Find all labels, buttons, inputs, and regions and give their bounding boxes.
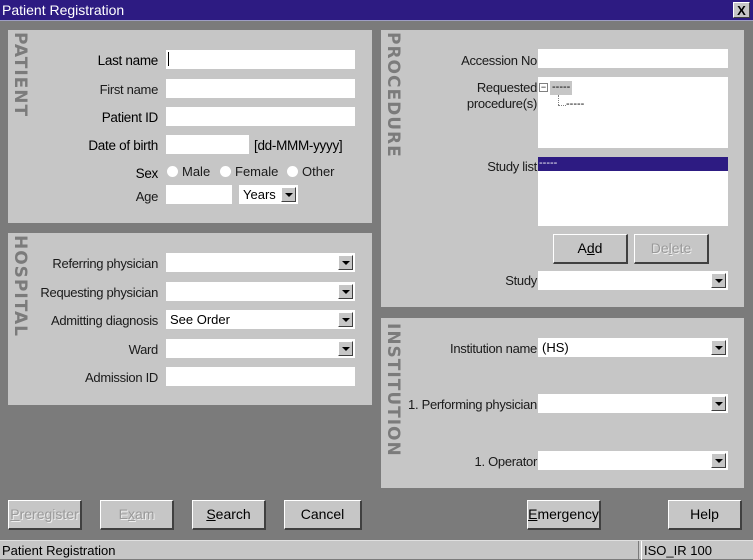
patient-id-input[interactable] xyxy=(166,107,355,126)
chevron-down-icon[interactable] xyxy=(711,340,726,355)
admitting-diagnosis-combo[interactable]: See Order xyxy=(166,310,355,329)
performing-physician-combo[interactable] xyxy=(538,394,728,413)
dob-input[interactable] xyxy=(166,135,249,154)
chevron-down-icon[interactable] xyxy=(338,341,353,356)
accession-no-input[interactable] xyxy=(538,49,728,68)
study-list[interactable]: ----- xyxy=(538,157,728,226)
accession-no-label: Accession No xyxy=(461,53,537,68)
tree-node-root[interactable]: ----- xyxy=(550,81,573,95)
radio-icon xyxy=(167,166,178,177)
tree-node-child[interactable]: ----- xyxy=(566,98,584,110)
close-button[interactable]: X xyxy=(733,2,750,18)
requesting-physician-combo[interactable] xyxy=(166,282,355,301)
referring-physician-label: Referring physician xyxy=(52,256,158,271)
cancel-button[interactable]: Cancel xyxy=(284,500,362,530)
exam-button[interactable]: Exam xyxy=(100,500,174,530)
dob-format-hint: [dd-MMM-yyyy] xyxy=(254,138,343,153)
chevron-down-icon[interactable] xyxy=(711,396,726,411)
status-text: Patient Registration xyxy=(0,541,639,560)
referring-physician-combo[interactable] xyxy=(166,253,355,272)
search-button[interactable]: Search xyxy=(192,500,266,530)
radio-icon xyxy=(287,166,298,177)
delete-button[interactable]: Delete xyxy=(634,234,709,264)
last-name-label: Last name xyxy=(97,53,159,68)
sex-label: Sex xyxy=(135,166,159,181)
last-name-input[interactable] xyxy=(166,50,355,69)
requesting-physician-label: Requesting physician xyxy=(40,285,158,300)
admission-id-label: Admission ID xyxy=(85,370,158,385)
age-unit-select[interactable]: Years xyxy=(239,185,298,204)
operator-combo[interactable] xyxy=(538,451,728,470)
add-button[interactable]: Add xyxy=(553,234,628,264)
admission-id-input[interactable] xyxy=(166,367,355,386)
charset-indicator: ISO_IR 100 xyxy=(641,541,753,560)
study-label: Study xyxy=(505,273,537,288)
patient-id-label: Patient ID xyxy=(101,110,159,125)
text-caret xyxy=(168,52,169,66)
hospital-panel: HOSPITAL Referring physician Requesting … xyxy=(8,233,372,405)
emergency-button[interactable]: Emergency xyxy=(527,500,601,530)
institution-name-combo[interactable]: (HS) xyxy=(538,338,728,357)
close-icon: X xyxy=(737,3,746,18)
requested-procedures-tree[interactable]: − ----- ----- xyxy=(538,77,728,148)
first-name-label: First name xyxy=(99,82,159,97)
institution-panel: INSTITUTION Institution name (HS) 1. Per… xyxy=(381,318,744,488)
hospital-section-label: HOSPITAL xyxy=(10,235,30,337)
age-input[interactable] xyxy=(166,185,232,204)
procedure-section-label: PROCEDURE xyxy=(383,32,403,158)
ward-combo[interactable] xyxy=(166,339,355,358)
preregister-button[interactable]: Preregister xyxy=(8,500,82,530)
chevron-down-icon[interactable] xyxy=(711,453,726,468)
institution-name-label: Institution name xyxy=(450,341,537,356)
sex-radio-female[interactable]: Female xyxy=(220,164,278,179)
tree-connector xyxy=(558,105,566,106)
window-title: Patient Registration xyxy=(2,2,125,18)
chevron-down-icon[interactable] xyxy=(338,255,353,270)
ward-label: Ward xyxy=(128,342,159,357)
chevron-down-icon[interactable] xyxy=(338,312,353,327)
chevron-down-icon[interactable] xyxy=(711,273,726,288)
collapse-icon[interactable]: − xyxy=(539,83,548,92)
status-bar: Patient Registration ISO_IR 100 xyxy=(0,540,753,560)
operator-label: 1. Operator xyxy=(474,454,538,469)
performing-physician-label: 1. Performing physician xyxy=(408,397,537,412)
sex-radio-other[interactable]: Other xyxy=(287,164,335,179)
study-list-label: Study list xyxy=(487,159,537,174)
chevron-down-icon[interactable] xyxy=(338,284,353,299)
radio-icon xyxy=(220,166,231,177)
title-bar: Patient Registration X xyxy=(0,0,753,21)
dob-label: Date of birth xyxy=(88,138,158,153)
help-button[interactable]: Help xyxy=(668,500,742,530)
study-list-item[interactable]: ----- xyxy=(538,157,728,171)
patient-panel: PATIENT Last name First name Patient ID … xyxy=(8,30,372,223)
study-combo[interactable] xyxy=(538,271,728,290)
tree-connector xyxy=(558,95,559,105)
procedure-panel: PROCEDURE Accession No Requested procedu… xyxy=(381,30,744,307)
institution-section-label: INSTITUTION xyxy=(383,323,403,457)
requested-procedures-label: Requested procedure(s) xyxy=(466,80,537,111)
sex-radio-male[interactable]: Male xyxy=(167,164,210,179)
chevron-down-icon[interactable] xyxy=(281,187,296,202)
first-name-input[interactable] xyxy=(166,79,355,98)
admitting-diagnosis-label: Admitting diagnosis xyxy=(50,313,158,328)
patient-section-label: PATIENT xyxy=(10,32,30,118)
age-label: Age xyxy=(135,189,159,204)
